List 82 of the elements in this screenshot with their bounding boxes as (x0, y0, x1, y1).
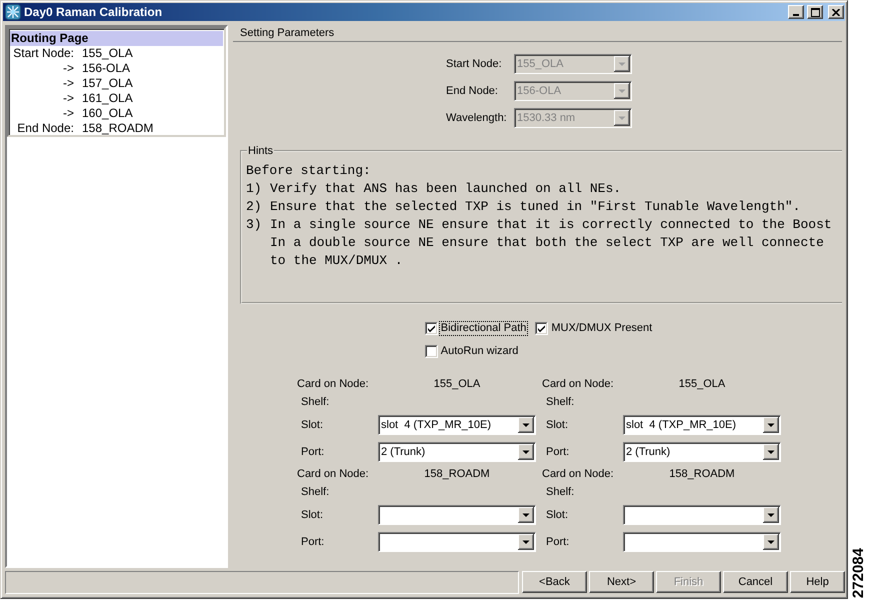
field-label: Slot: (545, 508, 570, 520)
node-name: 157_OLA (82, 76, 134, 91)
hint-line: In a double source NE ensure that both the select TXP are well connecte (270, 234, 825, 252)
field-label: Card on Node: (542, 378, 615, 390)
minimize-button[interactable] (788, 5, 804, 19)
route-label: Start Node: (12, 46, 74, 61)
dropdown[interactable] (378, 504, 536, 524)
list-heading[interactable]: Routing Page (10, 31, 223, 46)
field-label: End Node: (446, 85, 499, 97)
dropdown[interactable] (378, 532, 536, 552)
field-label: Shelf: (545, 396, 576, 408)
dropdown-arrow-icon[interactable] (518, 506, 534, 522)
wizard-button[interactable]: Help (790, 571, 845, 593)
field-label: Card on Node: (542, 468, 615, 480)
node-name: 156-OLA (82, 61, 132, 76)
field-label: Card on Node: (297, 378, 370, 390)
node-name: 155_OLA (82, 46, 134, 61)
node-name: 158_ROADM (82, 121, 154, 136)
route-label: -> (62, 76, 74, 91)
node-name: 155_OLA (678, 378, 726, 390)
dropdown-arrow-icon[interactable] (763, 506, 779, 522)
hint-intro: Before starting: (246, 162, 372, 180)
close-button[interactable] (828, 5, 844, 19)
field-label: Port: (300, 536, 326, 548)
dropdown-arrow-icon[interactable] (763, 444, 779, 460)
dropdown[interactable] (623, 532, 781, 552)
field-label: Slot: (545, 418, 570, 430)
dropdown-arrow-icon[interactable] (518, 444, 534, 460)
field-label: Port: (300, 446, 326, 458)
checkbox[interactable] (424, 344, 438, 358)
node-name: 161_OLA (82, 91, 134, 106)
section-title: Setting Parameters (240, 27, 334, 39)
group-title: Hints (247, 145, 274, 157)
field-label: Port: (545, 446, 570, 458)
maximize-button[interactable] (807, 5, 823, 19)
checkbox[interactable] (424, 322, 438, 334)
window-title: Day0 Raman Calibration (24, 5, 164, 19)
field-label: Shelf: (300, 396, 330, 408)
hint-line: Verify that ANS has been launched on all NEs. (270, 180, 622, 198)
checkbox-label[interactable]: MUX/DMUX Present (550, 322, 654, 334)
field-label: Slot: (300, 508, 324, 520)
field-label: Slot: (300, 418, 324, 430)
grid-tile-icon (5, 4, 21, 20)
dropdown[interactable]: slot 4 (TXP_MR_10E) (378, 414, 536, 434)
dropdown-arrow-icon[interactable] (763, 416, 779, 432)
maximize-icon (810, 8, 820, 16)
hint-line: to the MUX/DMUX . (270, 252, 404, 270)
node-name: 160_OLA (82, 106, 134, 121)
close-icon (832, 8, 840, 16)
list-marker: 1) (246, 180, 263, 198)
figure-number: 272084 (851, 548, 866, 598)
dropdown[interactable]: 2 (Trunk) (623, 442, 781, 462)
route-label: -> (62, 61, 74, 76)
wizard-button[interactable]: <Back (522, 571, 587, 593)
field-label: Card on Node: (297, 468, 370, 480)
hint-line: In a single source NE ensure that it is correctly connected to the Boost (270, 216, 832, 234)
checkbox-label[interactable]: AutoRun wizard (440, 344, 520, 358)
node-name: 158_ROADM (424, 468, 490, 480)
dropdown[interactable] (623, 504, 781, 524)
field-label: Port: (545, 536, 570, 548)
wizard-button[interactable]: Next> (589, 571, 654, 593)
dropdown[interactable]: slot 4 (TXP_MR_10E) (623, 414, 781, 434)
node-name: 155_OLA (434, 378, 480, 390)
node-name: 158_ROADM (669, 468, 735, 480)
route-label: -> (62, 91, 74, 106)
checkbox-label[interactable]: Bidirectional Path (440, 322, 528, 334)
field-label: Wavelength: (446, 112, 508, 124)
dropdown-arrow-icon[interactable] (518, 534, 534, 550)
field-label: Start Node: (446, 58, 503, 70)
dropdown-arrow-icon[interactable] (518, 416, 534, 432)
route-label: -> (62, 106, 74, 121)
list-marker: 3) (246, 216, 263, 234)
route-label: End Node: (16, 121, 74, 136)
checkbox[interactable] (535, 322, 548, 334)
list-marker: 2) (246, 198, 263, 216)
dropdown-arrow-icon[interactable] (763, 534, 779, 550)
hint-line: Ensure that the selected TXP is tuned in "First Tunable Wavelength". (270, 198, 800, 216)
dropdown[interactable]: 2 (Trunk) (378, 442, 536, 462)
minimize-icon (793, 14, 799, 16)
wizard-button[interactable]: Cancel (723, 571, 788, 593)
field-label: Shelf: (545, 486, 576, 498)
field-label: Shelf: (300, 486, 330, 498)
